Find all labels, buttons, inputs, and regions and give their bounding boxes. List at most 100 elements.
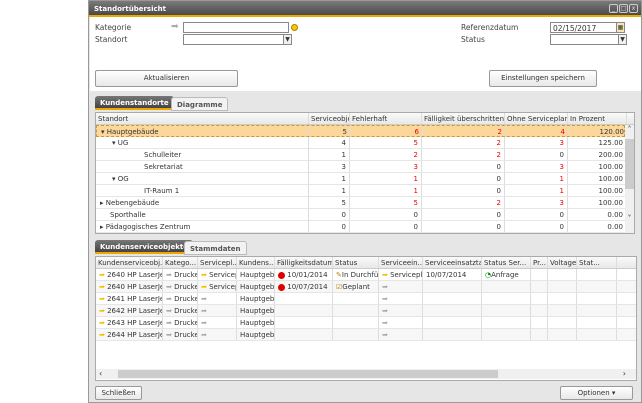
link-arrow-icon[interactable]: ➡ — [99, 295, 107, 303]
value-cell: 0 — [505, 221, 568, 232]
value-cell: 0 — [422, 185, 505, 196]
horizontal-scrollbar[interactable]: ‹ › — [96, 369, 636, 379]
close-icon[interactable]: x — [629, 4, 638, 13]
table-row[interactable]: ➡ 2643 HP LaserJet➡ Drucke➡ Hauptgebäu➡ — [96, 317, 636, 329]
einsatz-cell: ➡ — [379, 293, 423, 304]
link-arrow-icon[interactable]: ➡ — [201, 331, 207, 339]
link-arrow-icon[interactable]: ➡ — [99, 331, 107, 339]
column-header[interactable]: Kundens... — [237, 257, 275, 268]
column-header[interactable]: Fehlerhaft — [350, 113, 422, 124]
table-row[interactable]: ▸ Nebengebäude 5 5 2 3 100.00 — [96, 197, 627, 209]
maximize-icon[interactable]: □ — [619, 4, 628, 13]
options-button[interactable]: Optionen ▾ — [560, 386, 633, 400]
tab-kundenserviceobjekte[interactable]: Kundenserviceobjekte — [95, 240, 193, 254]
column-header[interactable]: Fälligkeitsdatum — [275, 257, 333, 268]
obj-value: 2640 HP LaserJet — [107, 271, 163, 279]
empty-cell — [531, 329, 548, 340]
link-arrow-icon[interactable]: ➡ — [382, 283, 388, 291]
column-header[interactable]: Standort — [96, 113, 309, 124]
column-header[interactable]: Stat... — [577, 257, 617, 268]
scrollbar-thumb[interactable] — [625, 139, 634, 189]
location-name: OG — [117, 175, 129, 183]
obj-cell: ➡ 2641 HP LaserJet — [96, 293, 163, 304]
scroll-down-icon[interactable]: ˅ — [625, 214, 634, 223]
column-header[interactable]: Fälligkeit überschritten — [422, 113, 505, 124]
link-arrow-icon[interactable]: ➡ — [382, 307, 388, 315]
table-row[interactable]: Sporthalle 0 0 0 0 0.00 — [96, 209, 627, 221]
column-header[interactable]: Pr... — [531, 257, 548, 268]
kat-cell: ➡ Drucke — [163, 293, 198, 304]
link-arrow-icon[interactable]: ➡ — [201, 307, 207, 315]
link-arrow-icon[interactable]: ➡ — [166, 319, 174, 327]
status-select[interactable] — [550, 34, 619, 45]
column-header[interactable]: Serviceobjekte — [309, 113, 350, 124]
scroll-up-icon[interactable]: ˄ — [625, 125, 634, 134]
scrollbar-thumb[interactable] — [118, 370, 498, 378]
table-row[interactable]: ➡ 2640 HP LaserJet➡ Drucke➡ ServiceplHau… — [96, 281, 636, 293]
column-header[interactable]: Serviceein... — [379, 257, 423, 268]
link-arrow-icon[interactable]: ➡ — [166, 283, 174, 291]
referenzdatum-input[interactable]: 02/15/2017 — [550, 22, 617, 33]
value-cell: 5 — [310, 126, 351, 136]
column-header[interactable]: Ohne Serviceplan — [505, 113, 568, 124]
link-arrow-icon[interactable]: ➡ — [382, 331, 388, 339]
link-arrow-icon[interactable]: ➡ — [201, 283, 209, 291]
column-header[interactable]: Serviceeinsatztag — [423, 257, 482, 268]
tab-kundenstandorte[interactable]: Kundenstandorte — [95, 96, 174, 110]
scroll-left-icon[interactable]: ‹ — [99, 369, 102, 378]
refresh-button[interactable]: Aktualisieren — [95, 70, 238, 87]
table-row[interactable]: Schulleiter 1 2 2 0 200.00 — [96, 149, 627, 161]
table-row[interactable]: ➡ 2644 HP LaserJet➡ Drucke➡ Hauptgebäu➡ — [96, 329, 636, 341]
link-arrow-icon[interactable]: ➡ — [201, 319, 207, 327]
column-header[interactable]: Status Ser... — [482, 257, 531, 268]
link-arrow-icon[interactable]: ➡ — [382, 319, 388, 327]
value-cell: 5 — [309, 197, 350, 208]
table-row[interactable]: ➡ 2640 HP LaserJet➡ Drucke➡ ServiceplHau… — [96, 269, 636, 281]
column-header[interactable]: Servicepl... — [198, 257, 237, 268]
link-arrow-icon[interactable]: ➡ — [99, 283, 107, 291]
column-header[interactable]: Kundenserviceobj... — [96, 257, 163, 268]
column-header[interactable]: Voltage — [548, 257, 577, 268]
kat-cell: ➡ Drucke — [163, 269, 198, 280]
link-arrow-icon[interactable]: ➡ — [99, 307, 107, 315]
link-arrow-icon[interactable]: ➡ — [99, 319, 107, 327]
table-row[interactable]: ▾ OG 1 1 0 1 100.00 — [96, 173, 627, 185]
select-circle-icon[interactable] — [291, 24, 298, 31]
chevron-down-icon[interactable]: ▼ — [283, 34, 292, 45]
link-arrow-icon[interactable]: ➡ — [166, 307, 174, 315]
kategorie-input[interactable] — [183, 22, 289, 33]
link-arrow-icon[interactable]: ➡ — [166, 331, 174, 339]
link-arrow-icon[interactable]: ➡ — [382, 295, 388, 303]
standort-select[interactable] — [183, 34, 284, 45]
tab-stammdaten[interactable]: Stammdaten — [184, 241, 247, 255]
due-cell: 10/07/2014 — [275, 281, 333, 292]
scroll-right-icon[interactable]: › — [623, 369, 626, 378]
close-button[interactable]: Schließen — [95, 386, 142, 400]
tag-cell — [423, 305, 482, 316]
table-row[interactable]: IT-Raum 1 1 1 0 1 100.00 — [96, 185, 627, 197]
chevron-down-icon[interactable]: ▼ — [618, 34, 627, 45]
vertical-scrollbar[interactable]: ˄ ˅ — [625, 125, 634, 233]
table-row[interactable]: ➡ 2641 HP LaserJet➡ Drucke➡ Hauptgebäu➡ — [96, 293, 636, 305]
link-arrow-icon[interactable]: ➡ — [166, 295, 174, 303]
tab-diagramme[interactable]: Diagramme — [171, 97, 229, 111]
column-header[interactable]: Status — [333, 257, 379, 268]
location-name: Schulleiter — [144, 151, 182, 159]
table-row[interactable]: ➡ 2642 HP LaserJet➡ Drucke➡ Hauptgebäu➡ — [96, 305, 636, 317]
table-row[interactable]: ▾ UG 4 5 2 3 125.00 — [96, 137, 627, 149]
table-row[interactable]: Sekretariat 3 3 0 3 100.00 — [96, 161, 627, 173]
link-arrow-icon[interactable]: ➡ — [382, 271, 390, 279]
link-arrow-icon[interactable]: ➡ — [171, 22, 179, 32]
link-arrow-icon[interactable]: ➡ — [201, 295, 207, 303]
table-row[interactable]: ▾ Hauptgebäude 5 6 2 4 120.00 — [96, 125, 628, 137]
column-header[interactable]: Katego... — [163, 257, 198, 268]
save-settings-button[interactable]: Einstellungen speichern — [489, 70, 597, 87]
link-arrow-icon[interactable]: ➡ — [201, 271, 209, 279]
minimize-icon[interactable]: _ — [609, 4, 618, 13]
link-arrow-icon[interactable]: ➡ — [166, 271, 174, 279]
value-cell: 200.00 — [568, 149, 627, 160]
calendar-icon[interactable]: ▦ — [616, 22, 625, 33]
column-header[interactable]: In Prozent — [568, 113, 627, 124]
link-arrow-icon[interactable]: ➡ — [99, 271, 107, 279]
table-row[interactable]: ▸ Pädagogisches Zentrum 0 0 0 0 0.00 — [96, 221, 627, 233]
